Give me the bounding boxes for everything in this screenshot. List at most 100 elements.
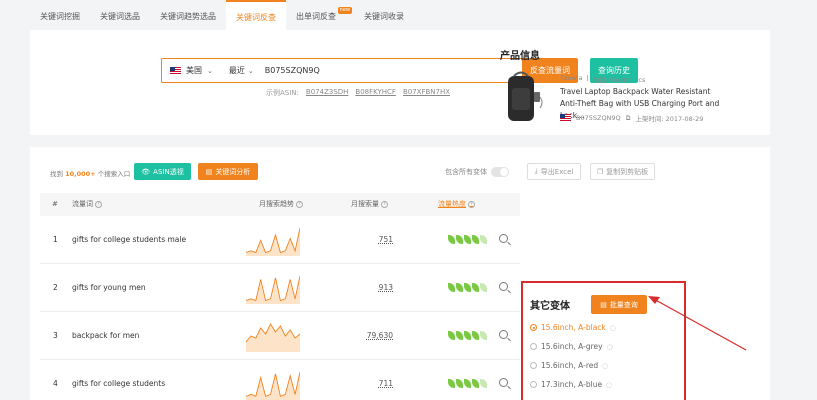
batch-query-button[interactable]: ▤ 批量查询	[591, 295, 647, 314]
leaf-icon	[472, 379, 479, 388]
row-volume[interactable]: 913	[353, 264, 393, 312]
example-asin-link[interactable]: B08FKYHCF	[355, 88, 396, 98]
toggle-switch[interactable]	[491, 167, 509, 177]
col-heat[interactable]: 流量热度?	[438, 193, 475, 216]
help-icon[interactable]: ?	[468, 201, 475, 208]
row-volume[interactable]: 79,630	[353, 312, 393, 360]
export-excel-button[interactable]: ⤓ 导出Excel	[527, 163, 581, 180]
backpack-product-image[interactable]	[500, 70, 545, 125]
variant-label: 15.6inch, A-grey	[541, 342, 603, 351]
search-icon[interactable]	[499, 330, 508, 339]
heat-leaves	[448, 283, 487, 292]
trend-sparkline[interactable]	[246, 274, 300, 304]
col-index: #	[52, 200, 58, 208]
col-volume[interactable]: 月搜索量?	[351, 193, 388, 216]
table-row[interactable]: 2 gifts for young men 913	[40, 264, 520, 312]
table-row[interactable]: 3 backpack for men 79,630	[40, 312, 520, 360]
leaf-icon	[464, 235, 471, 244]
variant-item[interactable]: 17.3inch, A-blue ◌	[530, 375, 680, 394]
search-icon[interactable]	[499, 282, 508, 291]
asin-insight-button[interactable]: 👁 ASIN透视	[134, 163, 191, 180]
variant-item[interactable]: 17.3inch, A-grey ◌	[530, 394, 680, 400]
meta-separator: |	[586, 74, 589, 82]
country-select[interactable]: 美国 ⌄	[162, 65, 221, 76]
table-body: 1 gifts for college students male 751 2 …	[40, 216, 520, 400]
row-keyword[interactable]: gifts for college students male	[72, 216, 186, 264]
loading-icon: ◌	[609, 323, 616, 332]
tab-keyword-trend-selection[interactable]: 关键词趋势选品	[150, 0, 226, 34]
tab-label: 关键词挖掘	[40, 12, 80, 21]
variant-label: 15.6inch, A-black	[541, 323, 606, 332]
radio-icon[interactable]	[530, 362, 537, 369]
variant-label: 17.3inch, A-blue	[541, 380, 603, 389]
new-badge: new	[337, 7, 352, 14]
leaf-icon	[480, 283, 487, 292]
trend-sparkline[interactable]	[246, 322, 300, 352]
search-icon[interactable]	[499, 378, 508, 387]
table-row[interactable]: 1 gifts for college students male 751	[40, 216, 520, 264]
results-count: 找到 10,000+ 个搜索入口	[50, 168, 130, 178]
trend-sparkline[interactable]	[246, 226, 300, 256]
tab-keyword-indexing[interactable]: 关键词收录	[354, 0, 414, 34]
time-range-select[interactable]: 最近 ⌄	[221, 65, 262, 76]
row-keyword[interactable]: backpack for men	[72, 312, 139, 360]
row-volume[interactable]: 751	[353, 216, 393, 264]
tab-keyword-reverse-lookup[interactable]: 关键词反查	[226, 0, 286, 34]
leaf-icon	[456, 379, 463, 388]
leaf-icon	[480, 331, 487, 340]
found-count: 10,000+	[65, 170, 96, 178]
table-row[interactable]: 4 gifts for college students 711	[40, 360, 520, 400]
variant-label: 15.6inch, A-red	[541, 361, 599, 370]
radio-icon[interactable]	[530, 343, 537, 350]
col-keyword[interactable]: 流量词?	[72, 193, 102, 216]
col-trend[interactable]: 月搜索趋势?	[259, 193, 303, 216]
chevron-down-icon: ⌄	[207, 66, 213, 75]
product-brand: Tzowla	[560, 74, 583, 82]
row-index: 2	[53, 283, 58, 292]
download-icon: ⤓	[534, 167, 538, 175]
time-range-label: 最近	[228, 66, 245, 75]
row-keyword[interactable]: gifts for college students	[72, 360, 165, 400]
include-variants-toggle[interactable]: 包含所有变体	[445, 167, 509, 177]
example-asin-link[interactable]: B074Z3SDH	[306, 88, 349, 98]
tab-label: 关键词选品	[100, 12, 140, 21]
button-label: 导出Excel	[540, 167, 574, 176]
leaf-icon	[480, 379, 487, 388]
tab-label: 关键词趋势选品	[160, 12, 216, 21]
help-icon[interactable]: ?	[95, 201, 102, 208]
leaf-icon	[472, 283, 479, 292]
tab-label: 关键词收录	[364, 12, 404, 21]
copy-icon: ❐	[596, 167, 604, 176]
annotation-arrow	[648, 296, 747, 351]
row-volume[interactable]: 711	[353, 360, 393, 400]
help-icon[interactable]: ?	[381, 201, 388, 208]
heat-leaves	[448, 379, 487, 388]
search-icon[interactable]	[499, 234, 508, 243]
leaf-icon	[448, 235, 455, 244]
us-flag-icon	[560, 114, 571, 122]
copy-clipboard-button[interactable]: ❐ 复制到剪贴板	[590, 163, 655, 180]
tab-keyword-mining[interactable]: 关键词挖掘	[30, 0, 90, 34]
external-link-icon[interactable]: ⧉	[626, 114, 631, 123]
col-label: 流量词	[72, 200, 93, 208]
example-label: 示例ASIN:	[266, 89, 299, 97]
radio-icon[interactable]	[530, 381, 537, 388]
table-header: # 流量词? 月搜索趋势? 月搜索量? 流量热度?	[40, 193, 520, 216]
button-label: 关键词分析	[215, 167, 251, 176]
loading-icon: ◌	[606, 380, 613, 389]
tab-keyword-product-selection[interactable]: 关键词选品	[90, 0, 150, 34]
col-label: 流量热度	[438, 200, 466, 208]
chevron-down-icon: ⌄	[247, 66, 254, 75]
row-index: 3	[53, 331, 58, 340]
tab-label: 关键词反查	[236, 13, 276, 22]
trend-sparkline[interactable]	[246, 370, 300, 400]
product-asin-row: B075SZQN9Q ⧉ 上架时间: 2017-08-29	[560, 113, 703, 123]
help-icon[interactable]: ?	[296, 201, 303, 208]
tab-order-keyword-lookup[interactable]: 出单词反查 new	[286, 0, 354, 34]
radio-icon[interactable]	[530, 324, 537, 331]
row-keyword[interactable]: gifts for young men	[72, 264, 146, 312]
keyword-analysis-button[interactable]: ▤ 关键词分析	[198, 163, 258, 180]
row-index: 4	[53, 379, 58, 388]
example-asin-link[interactable]: B07XFBN7HX	[403, 88, 450, 98]
col-label: 月搜索趋势	[259, 200, 294, 208]
